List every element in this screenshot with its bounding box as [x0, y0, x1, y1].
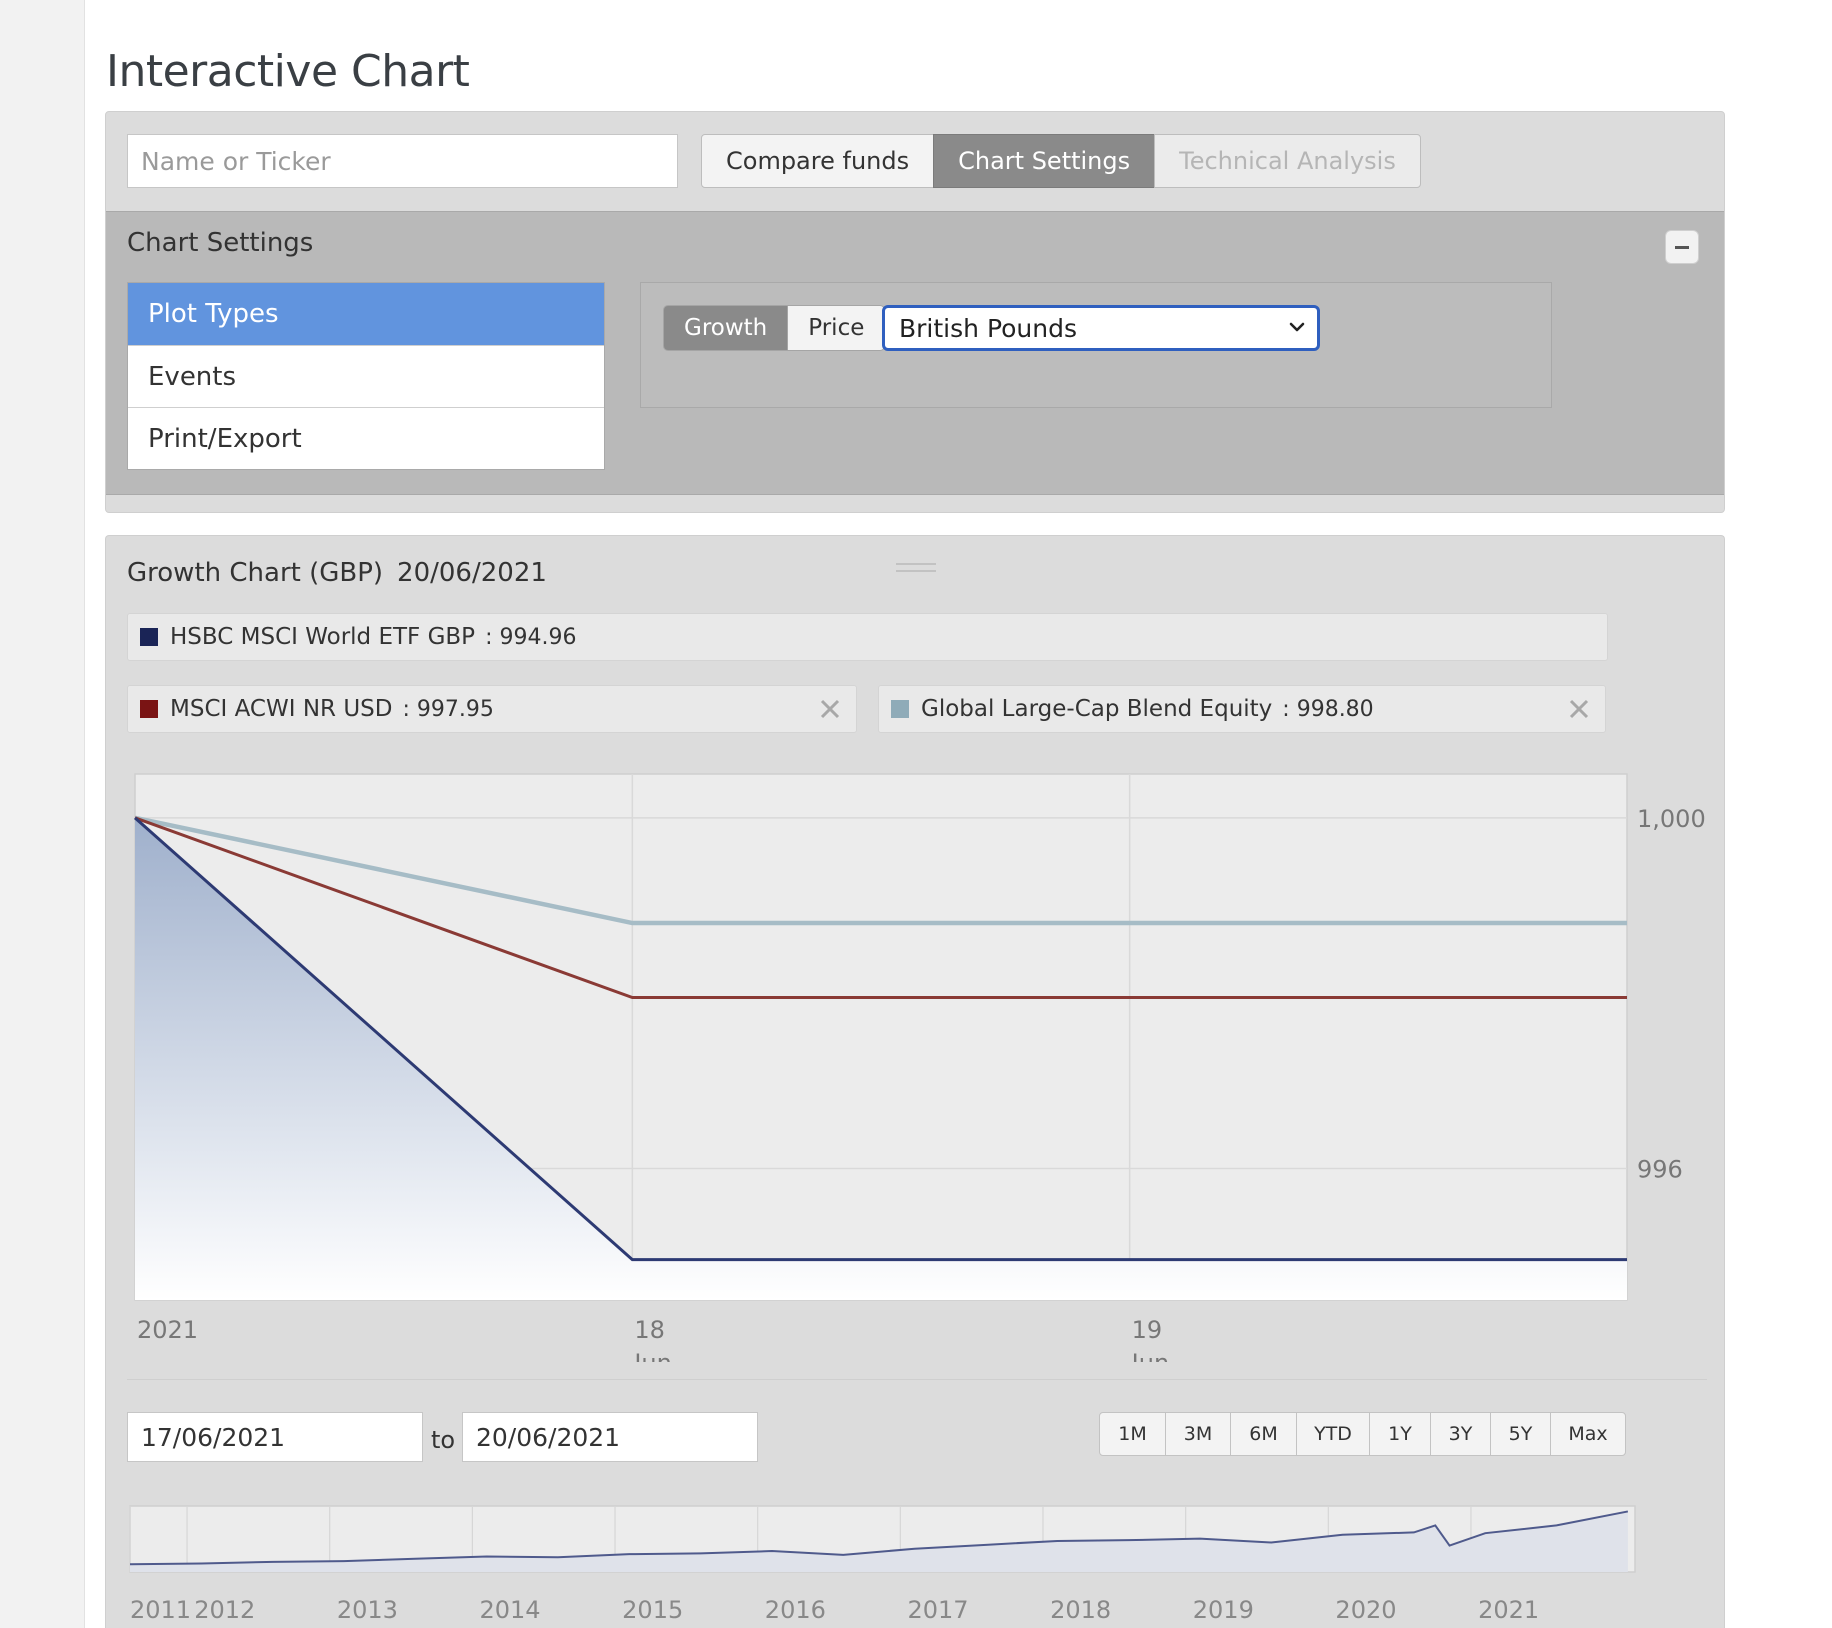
navigator-year-label: 2020: [1335, 1596, 1396, 1624]
legend-name: MSCI ACWI NR USD: [170, 696, 393, 722]
to-label: to: [431, 1426, 456, 1454]
settings-item-print-export[interactable]: Print/Export: [128, 407, 604, 469]
navigator-year-label: 2019: [1193, 1596, 1254, 1624]
chevron-down-icon: [1289, 322, 1305, 332]
navigator-year-label: 2014: [480, 1596, 541, 1624]
navigator-year-label: 2017: [907, 1596, 968, 1624]
drag-handle-icon[interactable]: [896, 563, 936, 577]
x-tick-label: 2021: [137, 1316, 198, 1344]
legend-value: : 997.95: [402, 696, 494, 722]
settings-item-plot-types[interactable]: Plot Types: [128, 283, 604, 345]
legend-item-index: MSCI ACWI NR USD : 997.95: [127, 685, 857, 733]
range-buttons: 1M 3M 6M YTD 1Y 3Y 5Y Max: [1099, 1412, 1626, 1456]
to-date-input[interactable]: 20/06/2021: [462, 1412, 758, 1462]
chart-date: 20/06/2021: [397, 558, 547, 588]
range-navigator[interactable]: 2011 2012 2013 2014 2015 2016 2017 2018 2019 2020…: [122, 1500, 1712, 1626]
chart-title: Growth Chart (GBP): [127, 558, 384, 588]
chart-toolbar-panel: Compare funds Chart Settings Technical A…: [105, 111, 1725, 513]
navigator-year-label: 2013: [337, 1596, 398, 1624]
navigator-year-label: 2016: [765, 1596, 826, 1624]
chart-header: Growth Chart (GBP) 20/06/2021: [127, 558, 547, 588]
search-input[interactable]: [127, 134, 678, 188]
legend-item-category: Global Large-Cap Blend Equity : 998.80: [878, 685, 1606, 733]
chart-settings-section: Chart Settings Plot Types Events Print/E…: [106, 211, 1724, 495]
left-gutter: [0, 0, 85, 1628]
compare-funds-button[interactable]: Compare funds: [701, 134, 935, 188]
range-max-button[interactable]: Max: [1550, 1412, 1626, 1456]
range-ytd-button[interactable]: YTD: [1296, 1412, 1370, 1456]
legend-item-fund: HSBC MSCI World ETF GBP : 994.96: [127, 613, 1608, 661]
legend-value: : 994.96: [485, 624, 577, 650]
y-tick-label: 996: [1637, 1156, 1683, 1184]
growth-toggle[interactable]: Growth: [663, 305, 789, 351]
currency-select[interactable]: British Pounds: [882, 305, 1320, 351]
toolbar-tabs: Compare funds Chart Settings Technical A…: [701, 134, 1421, 188]
navigator-year-label: 2018: [1050, 1596, 1111, 1624]
settings-title: Chart Settings: [127, 228, 314, 258]
legend-swatch: [891, 700, 909, 718]
from-date-input[interactable]: 17/06/2021: [127, 1412, 423, 1462]
range-1m-button[interactable]: 1M: [1099, 1412, 1166, 1456]
growth-chart[interactable]: 1,000 996 2021 18 Jun 19 Jun: [127, 762, 1707, 1362]
navigator-year-label: 2015: [622, 1596, 683, 1624]
x-tick-label: Jun: [1130, 1349, 1170, 1362]
growth-chart-panel: Growth Chart (GBP) 20/06/2021 HSBC MSCI W…: [105, 535, 1725, 1628]
legend-swatch: [140, 700, 158, 718]
navigator-year-label: 2021: [1478, 1596, 1539, 1624]
range-3m-button[interactable]: 3M: [1165, 1412, 1231, 1456]
price-toggle[interactable]: Price: [787, 305, 886, 351]
y-tick-label: 1,000: [1637, 805, 1706, 833]
range-1y-button[interactable]: 1Y: [1369, 1412, 1431, 1456]
range-3y-button[interactable]: 3Y: [1430, 1412, 1491, 1456]
x-tick-label: 18: [634, 1316, 665, 1344]
page-title: Interactive Chart: [106, 46, 470, 97]
legend-swatch: [140, 628, 158, 646]
x-tick-label: 19: [1132, 1316, 1163, 1344]
legend-value: : 998.80: [1282, 696, 1374, 722]
range-6m-button[interactable]: 6M: [1230, 1412, 1297, 1456]
plot-type-options: Growth Price British Pounds: [640, 282, 1552, 408]
plot-type-toggle: Growth Price: [663, 305, 886, 351]
navigator-year-label: 2011: [130, 1596, 191, 1624]
divider: [127, 1379, 1707, 1380]
legend-name: HSBC MSCI World ETF GBP: [170, 624, 476, 650]
settings-item-events[interactable]: Events: [128, 345, 604, 407]
settings-menu: Plot Types Events Print/Export: [127, 282, 605, 470]
close-icon[interactable]: [816, 695, 844, 723]
range-5y-button[interactable]: 5Y: [1490, 1412, 1551, 1456]
minus-icon: [1675, 245, 1689, 249]
currency-select-value: British Pounds: [899, 313, 1078, 343]
legend-name: Global Large-Cap Blend Equity: [921, 696, 1273, 722]
x-tick-label: Jun: [632, 1349, 672, 1362]
close-icon[interactable]: [1565, 695, 1593, 723]
collapse-button[interactable]: [1665, 230, 1699, 264]
technical-analysis-button[interactable]: Technical Analysis: [1154, 134, 1421, 188]
chart-settings-button[interactable]: Chart Settings: [933, 134, 1156, 188]
navigator-year-label: 2012: [194, 1596, 255, 1624]
